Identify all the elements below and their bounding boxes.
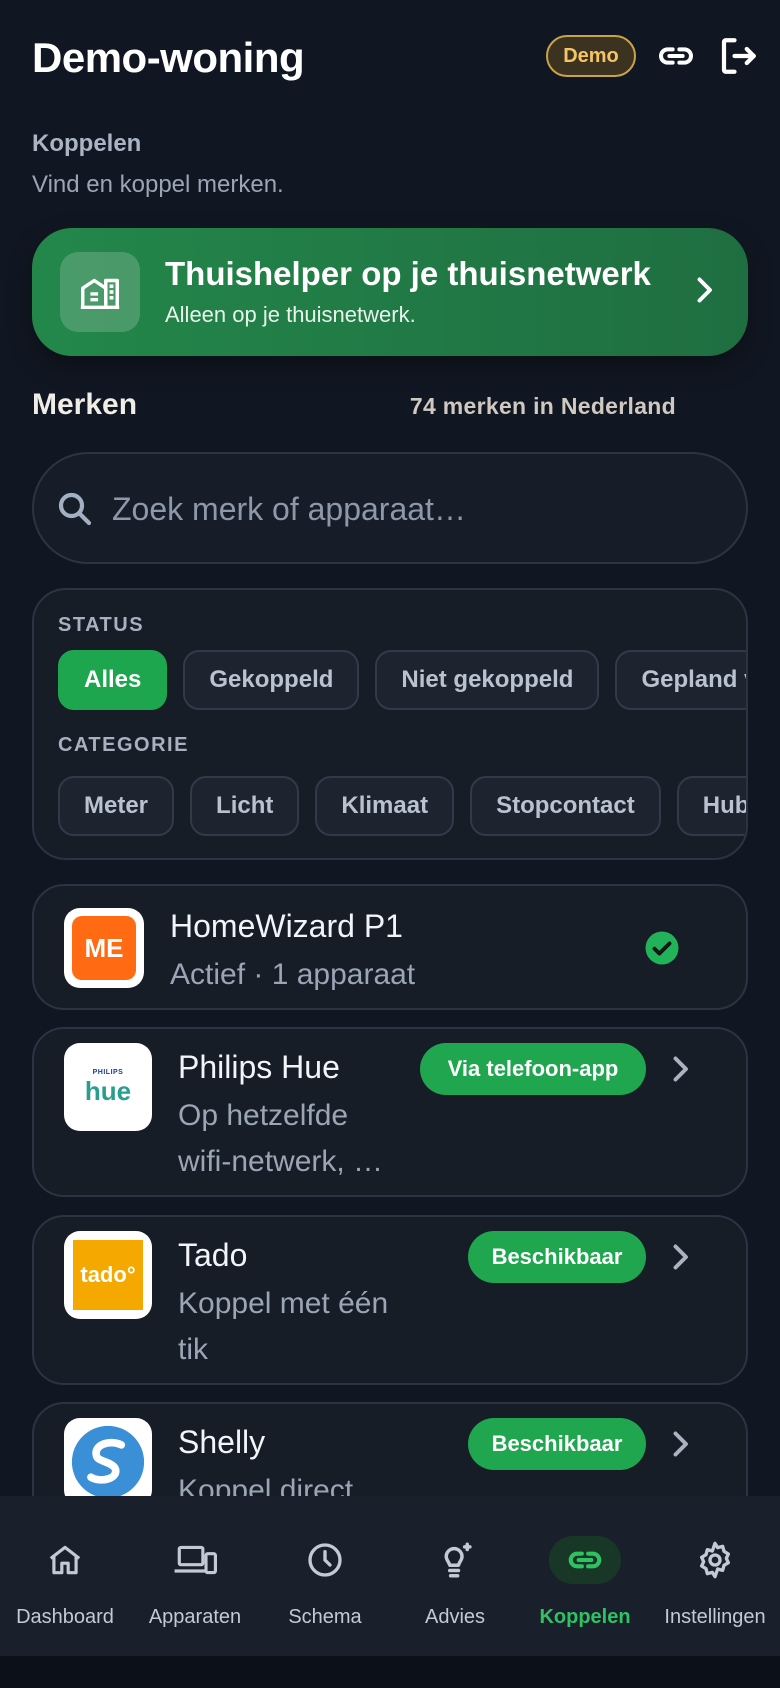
section-label: Koppelen (32, 130, 142, 157)
tado-logo: tado° (64, 1231, 152, 1319)
search-input[interactable] (112, 484, 712, 534)
homewizard-logo: ME (64, 908, 144, 988)
nav-label: Dashboard (16, 1606, 114, 1628)
chip-gekoppeld[interactable]: Gekoppeld (183, 650, 360, 710)
brand-card-homewizard[interactable]: ME HomeWizard P1 Actief · 1 apparaat (32, 884, 748, 1010)
link-icon (549, 1536, 621, 1584)
brand-description: Koppel met één (178, 1287, 389, 1320)
nav-label: Instellingen (664, 1606, 766, 1628)
brands-title: Merken (32, 388, 138, 421)
status-chip-row: Alles Gekoppeld Niet gekoppeld Gepland v… (58, 650, 746, 710)
check-circle-icon (644, 930, 680, 971)
system-bar (0, 1656, 780, 1688)
building-icon (60, 252, 140, 332)
brand-card-shelly[interactable]: Shelly Koppel direct Beschikbaar (32, 1402, 748, 1496)
logout-icon[interactable] (716, 34, 760, 78)
chip-licht[interactable]: Licht (190, 776, 300, 836)
banner-subtitle: Alleen op je thuisnetwerk. (165, 302, 416, 327)
nav-label: Apparaten (148, 1606, 242, 1628)
demo-badge[interactable]: Demo (546, 35, 636, 77)
nav-label: Koppelen (539, 1606, 631, 1628)
brand-name: Tado (178, 1237, 248, 1273)
chevron-right-icon (662, 1051, 698, 1092)
chevron-right-icon (662, 1239, 698, 1280)
home-network-banner[interactable]: Thuishelper op je thuisnetwerk Alleen op… (32, 228, 748, 356)
chip-niet-gekoppeld[interactable]: Niet gekoppeld (375, 650, 600, 710)
search-bar[interactable] (32, 452, 748, 564)
brand-description: wifi-netwerk, … (178, 1145, 384, 1178)
lightbulb-icon (419, 1536, 491, 1584)
page-title: Demo-woning (32, 34, 305, 81)
brand-description: tik (178, 1333, 208, 1366)
shelly-logo (64, 1418, 152, 1496)
clock-icon (289, 1536, 361, 1584)
status-badge: Via telefoon-app (420, 1043, 646, 1095)
nav-label: Schema (288, 1606, 362, 1628)
search-icon (54, 488, 96, 535)
chip-klimaat[interactable]: Klimaat (315, 776, 455, 836)
chip-gepland[interactable]: Gepland voor later (615, 650, 746, 710)
philips-hue-logo: PHILIPS hue (64, 1043, 152, 1131)
nav-apparaten[interactable]: Apparaten (130, 1496, 260, 1656)
devices-icon (159, 1536, 231, 1584)
status-filter-label: STATUS (58, 614, 145, 636)
chip-meter[interactable]: Meter (58, 776, 175, 836)
section-subtitle: Vind en koppel merken. (32, 171, 284, 198)
brand-name: Philips Hue (178, 1049, 340, 1085)
category-chip-row: Meter Licht Klimaat Stopcontact Hub-appa… (58, 776, 746, 836)
brand-description: Koppel direct (178, 1474, 354, 1496)
list-clip: Shelly Koppel direct Beschikbaar (0, 1400, 780, 1496)
nav-koppelen[interactable]: Koppelen (520, 1496, 650, 1656)
nav-instellingen[interactable]: Instellingen (650, 1496, 780, 1656)
chevron-right-icon (686, 272, 722, 313)
bottom-navigation: Dashboard Apparaten Schema Advies Koppel… (0, 1496, 780, 1656)
brand-status: Actief · 1 apparaat (170, 958, 416, 991)
home-icon (29, 1536, 101, 1584)
app-header: Demo-woning Demo (0, 0, 780, 120)
chip-hub[interactable]: Hub-apparaten (676, 776, 746, 836)
chip-stopcontact[interactable]: Stopcontact (470, 776, 661, 836)
link-icon[interactable] (654, 34, 698, 78)
nav-schema[interactable]: Schema (260, 1496, 390, 1656)
brand-description: Op hetzelfde (178, 1099, 349, 1132)
chip-alles[interactable]: Alles (58, 650, 168, 710)
brand-card-philips-hue[interactable]: PHILIPS hue Philips Hue Op hetzelfde wif… (32, 1027, 748, 1197)
brands-count: 74 merken in Nederland (409, 393, 676, 419)
category-filter-label: CATEGORIE (58, 734, 189, 756)
gear-icon (679, 1536, 751, 1584)
filter-panel: STATUS Alles Gekoppeld Niet gekoppeld Ge… (32, 588, 748, 860)
nav-dashboard[interactable]: Dashboard (0, 1496, 130, 1656)
banner-title: Thuishelper op je thuisnetwerk (165, 255, 651, 292)
status-badge: Beschikbaar (468, 1231, 646, 1283)
brand-card-tado[interactable]: tado° Tado Koppel met één tik Beschikbaa… (32, 1215, 748, 1385)
brand-name: HomeWizard P1 (170, 908, 403, 944)
nav-label: Advies (424, 1606, 486, 1628)
brand-name: Shelly (178, 1424, 266, 1460)
nav-advies[interactable]: Advies (390, 1496, 520, 1656)
status-badge: Beschikbaar (468, 1418, 646, 1470)
chevron-right-icon (662, 1426, 698, 1467)
